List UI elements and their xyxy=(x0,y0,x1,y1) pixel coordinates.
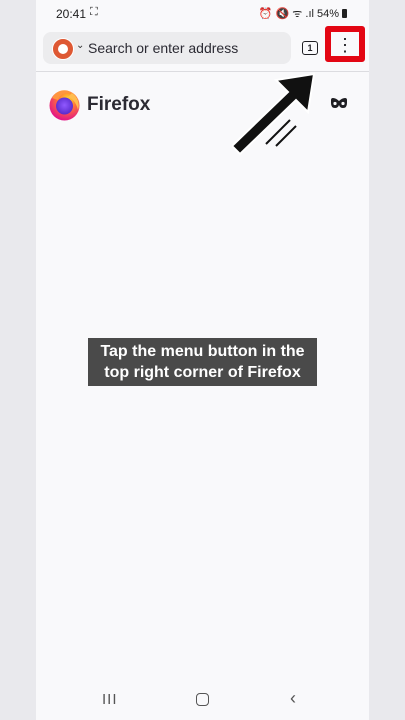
system-nav-bar: III ‹ xyxy=(36,680,369,720)
status-bar: 20:41 ⛶ ⏰ 🔇 ᯤ .ıl 54% xyxy=(36,0,369,28)
screenshot-icon: ⛶ xyxy=(90,6,98,18)
chevron-down-icon[interactable]: ⌄ xyxy=(76,40,84,51)
back-button[interactable]: ‹ xyxy=(290,688,296,709)
battery-icon xyxy=(342,9,347,18)
battery-level: 54% xyxy=(316,7,339,20)
firefox-header: Firefox xyxy=(48,88,150,121)
search-input[interactable]: Search or enter address xyxy=(88,40,238,56)
phone-screen: 20:41 ⛶ ⏰ 🔇 ᯤ .ıl 54% ⌄ Search or enter … xyxy=(36,0,369,720)
firefox-wordmark: Firefox xyxy=(87,93,151,115)
pointer-arrow xyxy=(230,70,322,165)
instruction-caption: Tap the menu button in the top right cor… xyxy=(88,338,317,386)
status-icons: ⏰ 🔇 ᯤ .ıl 54% xyxy=(259,6,347,21)
menu-button[interactable]: ⋮ xyxy=(332,33,358,57)
firefox-logo-icon xyxy=(48,88,81,121)
recents-button[interactable]: III xyxy=(102,691,118,708)
duckduckgo-icon[interactable] xyxy=(52,38,74,60)
browser-toolbar: ⌄ Search or enter address 1 ⋮ xyxy=(36,26,369,72)
tab-counter-button[interactable]: 1 xyxy=(302,41,318,55)
home-button[interactable] xyxy=(196,693,209,706)
private-mode-icon[interactable] xyxy=(330,96,348,114)
system-status-icons: ⏰ 🔇 ᯤ .ıl xyxy=(258,8,314,20)
address-bar[interactable]: ⌄ Search or enter address xyxy=(43,32,291,64)
status-time: 20:41 xyxy=(56,7,87,21)
